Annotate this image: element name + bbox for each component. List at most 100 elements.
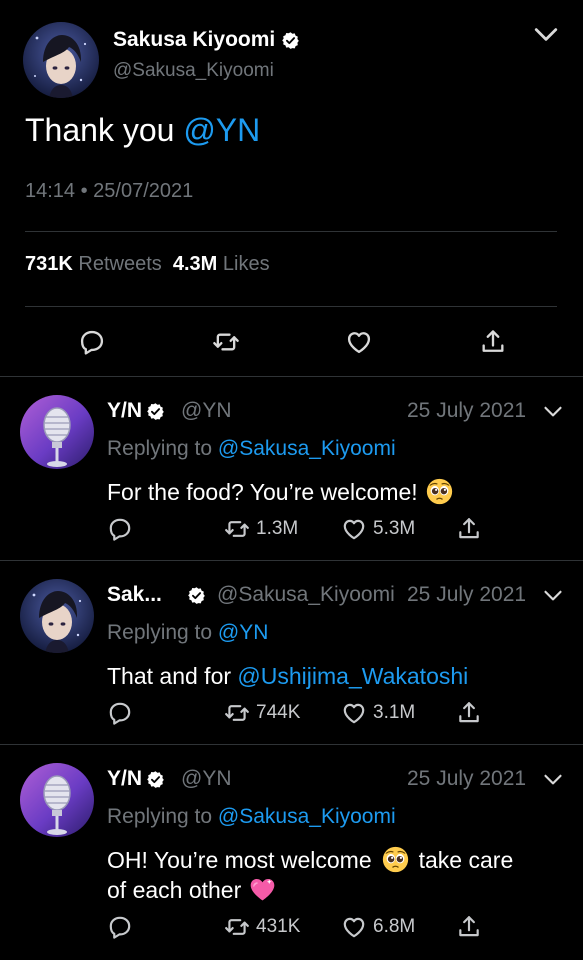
retweet-icon[interactable] bbox=[224, 914, 250, 940]
reply-button[interactable] bbox=[107, 700, 133, 726]
divider bbox=[25, 231, 557, 232]
share-icon[interactable] bbox=[456, 914, 482, 940]
chevron-down-icon[interactable] bbox=[533, 26, 559, 44]
reply-text-body: For the food? You’re welcome! bbox=[107, 479, 418, 505]
reply-text-body: That and for bbox=[107, 663, 238, 689]
retweet-count: 744K bbox=[256, 702, 301, 723]
timestamp[interactable]: 14:14 • 25/07/2021 bbox=[25, 180, 193, 203]
avatar[interactable] bbox=[20, 395, 94, 469]
avatar[interactable] bbox=[23, 22, 99, 98]
retweet-count: 1.3M bbox=[256, 518, 299, 539]
reply-text-part3: of each other bbox=[107, 877, 242, 903]
date[interactable]: 25 July 2021 bbox=[407, 399, 526, 423]
display-name-text[interactable]: Sakusa Kiyoomi bbox=[113, 28, 275, 52]
sparkling-heart-emoji bbox=[249, 876, 276, 903]
reply-header: Y/N @YN 25 July 2021 bbox=[107, 399, 563, 427]
share-button[interactable] bbox=[456, 914, 482, 940]
share-icon[interactable] bbox=[456, 516, 482, 542]
share-button[interactable] bbox=[456, 700, 482, 726]
reply-text: OH! You’re most welcome take care of each… bbox=[107, 845, 567, 905]
verified-badge-icon bbox=[146, 770, 165, 789]
display-name[interactable]: Y/N bbox=[107, 767, 142, 791]
replying-to: Replying to @YN bbox=[107, 621, 268, 645]
reply-icon[interactable] bbox=[107, 914, 133, 940]
chevron-down-icon[interactable] bbox=[543, 773, 563, 787]
display-name[interactable]: Sakusa Kiyoomi bbox=[113, 28, 300, 52]
like-count: 5.3M bbox=[373, 518, 416, 539]
reply-text: For the food? You’re welcome! bbox=[107, 477, 567, 507]
mention-link[interactable]: @YN bbox=[183, 112, 260, 148]
retweet-icon[interactable] bbox=[224, 700, 250, 726]
share-icon[interactable] bbox=[479, 328, 507, 356]
retweet-count[interactable]: 731K bbox=[25, 253, 73, 275]
avatar[interactable] bbox=[20, 579, 94, 653]
retweet-button[interactable]: 431K bbox=[224, 914, 300, 940]
mention-link[interactable]: @Ushijima_Wakatoshi bbox=[237, 663, 468, 689]
date[interactable]: 25 July 2021 bbox=[407, 583, 526, 607]
retweet-icon[interactable] bbox=[212, 328, 240, 356]
replying-to-link[interactable]: @Sakusa_Kiyoomi bbox=[218, 437, 396, 460]
replying-to-link[interactable]: @YN bbox=[218, 621, 269, 644]
reply-text-part1: OH! You’re most welcome bbox=[107, 847, 372, 873]
replying-to: Replying to @Sakusa_Kiyoomi bbox=[107, 805, 396, 829]
handle[interactable]: @YN bbox=[181, 767, 232, 791]
like-icon[interactable] bbox=[345, 328, 373, 356]
reply-header: Sak... @Sakusa_Kiyoomi 25 July 2021 bbox=[107, 583, 563, 611]
reply-actions: 431K 6.8M bbox=[107, 914, 507, 944]
reply-text-part2: take care bbox=[418, 847, 514, 873]
like-icon[interactable] bbox=[341, 700, 367, 726]
retweet-count: 431K bbox=[256, 916, 301, 937]
like-icon[interactable] bbox=[341, 914, 367, 940]
retweet-button[interactable]: 744K bbox=[224, 700, 300, 726]
main-tweet: Sakusa Kiyoomi @Sakusa_Kiyoomi Thank you… bbox=[0, 0, 583, 376]
reply-icon[interactable] bbox=[107, 700, 133, 726]
chevron-down-icon[interactable] bbox=[543, 405, 563, 419]
like-count: 3.1M bbox=[373, 702, 416, 723]
like-count: 6.8M bbox=[373, 916, 416, 937]
reply-header: Y/N @YN 25 July 2021 bbox=[107, 767, 563, 795]
share-icon[interactable] bbox=[456, 700, 482, 726]
like-button[interactable]: 6.8M bbox=[341, 914, 415, 940]
reply-tweet[interactable]: Y/N @YN 25 July 2021 Replying to @Sakusa… bbox=[0, 745, 583, 960]
date[interactable]: 25 July 2021 bbox=[407, 767, 526, 791]
tweet-stats: 731K Retweets 4.3M Likes bbox=[25, 253, 270, 276]
reply-actions: 1.3M 5.3M bbox=[107, 516, 507, 546]
pleading-face-emoji bbox=[382, 846, 409, 873]
reply-button[interactable] bbox=[107, 914, 133, 940]
verified-badge-icon bbox=[281, 31, 300, 50]
likes-label[interactable]: Likes bbox=[223, 253, 270, 275]
handle[interactable]: @YN bbox=[181, 399, 232, 423]
verified-badge-icon bbox=[187, 586, 206, 605]
replying-to-link[interactable]: @Sakusa_Kiyoomi bbox=[218, 805, 396, 828]
reply-actions: 744K 3.1M bbox=[107, 700, 507, 730]
like-icon[interactable] bbox=[341, 516, 367, 542]
tweet-text: Thank you @YN bbox=[25, 112, 260, 149]
retweet-icon[interactable] bbox=[224, 516, 250, 542]
share-button[interactable] bbox=[456, 516, 482, 542]
like-count[interactable]: 4.3M bbox=[173, 253, 217, 275]
reply-text: That and for @Ushijima_Wakatoshi bbox=[107, 661, 567, 691]
divider bbox=[25, 306, 557, 307]
pleading-face-emoji bbox=[426, 478, 453, 505]
like-button[interactable]: 3.1M bbox=[341, 700, 415, 726]
verified-badge-icon bbox=[146, 402, 165, 421]
reply-tweet[interactable]: Y/N @YN 25 July 2021 Replying to @Sakusa… bbox=[0, 377, 583, 560]
handle[interactable]: @Sakusa_Kiyoomi bbox=[113, 60, 274, 82]
display-name[interactable]: Y/N bbox=[107, 399, 142, 423]
replying-to-prefix: Replying to bbox=[107, 437, 213, 460]
retweet-button[interactable]: 1.3M bbox=[224, 516, 298, 542]
replying-to-prefix: Replying to bbox=[107, 621, 213, 644]
replying-to: Replying to @Sakusa_Kiyoomi bbox=[107, 437, 396, 461]
reply-icon[interactable] bbox=[107, 516, 133, 542]
replying-to-prefix: Replying to bbox=[107, 805, 213, 828]
chevron-down-icon[interactable] bbox=[543, 589, 563, 603]
reply-icon[interactable] bbox=[78, 328, 106, 356]
handle[interactable]: @Sakusa_Kiyoomi bbox=[217, 583, 395, 607]
retweets-label[interactable]: Retweets bbox=[78, 253, 161, 275]
display-name[interactable]: Sak... bbox=[107, 583, 162, 607]
tweet-text-plain: Thank you bbox=[25, 112, 184, 148]
reply-button[interactable] bbox=[107, 516, 133, 542]
avatar[interactable] bbox=[20, 763, 94, 837]
like-button[interactable]: 5.3M bbox=[341, 516, 415, 542]
reply-tweet[interactable]: Sak... @Sakusa_Kiyoomi 25 July 2021 Repl… bbox=[0, 561, 583, 744]
